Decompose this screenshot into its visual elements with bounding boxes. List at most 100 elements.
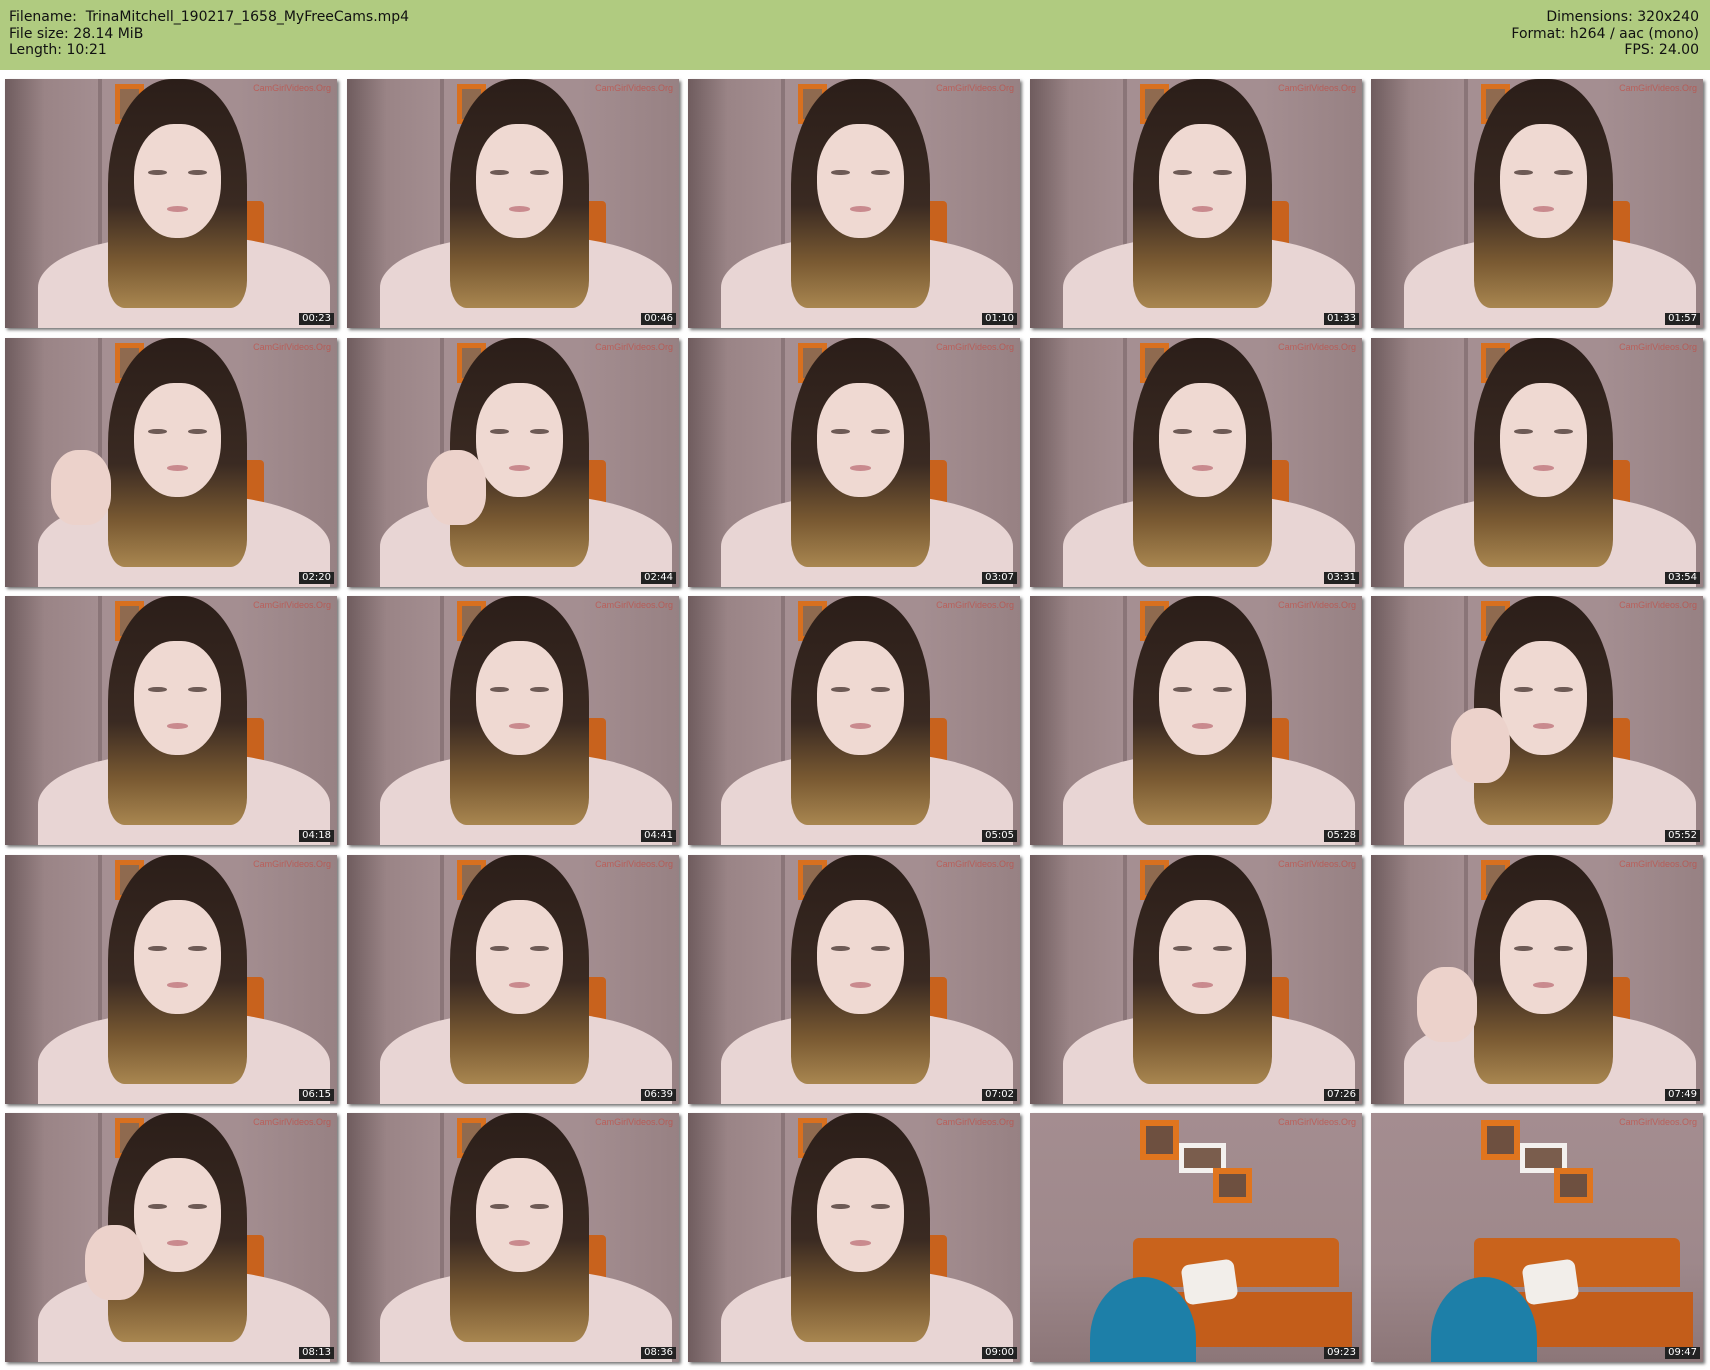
thumbnail-frame-image: [1030, 1113, 1362, 1362]
timestamp-label: 01:10: [982, 313, 1017, 325]
video-thumbnail[interactable]: CamGirlVideos.Org 09:00: [688, 1113, 1020, 1362]
video-thumbnail[interactable]: CamGirlVideos.Org 03:54: [1371, 338, 1703, 587]
format-row: Format: h264 / aac (mono): [1511, 26, 1699, 43]
watermark-text: CamGirlVideos.Org: [253, 1117, 331, 1127]
thumbnail-frame-image: [1030, 596, 1362, 845]
timestamp-label: 06:15: [299, 1089, 334, 1101]
filesize-row: File size: 28.14 MiB: [9, 26, 409, 43]
watermark-text: CamGirlVideos.Org: [253, 83, 331, 93]
watermark-text: CamGirlVideos.Org: [1619, 600, 1697, 610]
watermark-text: CamGirlVideos.Org: [1278, 342, 1356, 352]
video-thumbnail[interactable]: CamGirlVideos.Org 07:02: [688, 855, 1020, 1104]
timestamp-label: 00:46: [641, 313, 676, 325]
watermark-text: CamGirlVideos.Org: [595, 600, 673, 610]
watermark-text: CamGirlVideos.Org: [595, 859, 673, 869]
timestamp-label: 06:39: [641, 1089, 676, 1101]
thumbnail-frame-image: [1371, 596, 1703, 845]
video-thumbnail[interactable]: CamGirlVideos.Org 04:41: [347, 596, 679, 845]
video-thumbnail[interactable]: CamGirlVideos.Org 03:31: [1030, 338, 1362, 587]
timestamp-label: 09:47: [1665, 1347, 1700, 1359]
watermark-text: CamGirlVideos.Org: [253, 342, 331, 352]
timestamp-label: 05:52: [1665, 830, 1700, 842]
dimensions-label: Dimensions:: [1546, 9, 1633, 25]
timestamp-label: 09:23: [1324, 1347, 1359, 1359]
video-thumbnail[interactable]: CamGirlVideos.Org 06:39: [347, 855, 679, 1104]
filename-value: TrinaMitchell_190217_1658_MyFreeCams.mp4: [85, 9, 410, 25]
thumbnail-frame-image: [1030, 79, 1362, 328]
timestamp-label: 00:23: [299, 313, 334, 325]
thumbnail-frame-image: [347, 855, 679, 1104]
timestamp-label: 01:57: [1665, 313, 1700, 325]
video-thumbnail[interactable]: CamGirlVideos.Org 07:26: [1030, 855, 1362, 1104]
video-thumbnail[interactable]: CamGirlVideos.Org 03:07: [688, 338, 1020, 587]
timestamp-label: 02:20: [299, 572, 334, 584]
video-thumbnail[interactable]: CamGirlVideos.Org 08:13: [5, 1113, 337, 1362]
timestamp-label: 01:33: [1324, 313, 1359, 325]
timestamp-label: 02:44: [641, 572, 676, 584]
video-thumbnail[interactable]: CamGirlVideos.Org 05:28: [1030, 596, 1362, 845]
timestamp-label: 07:49: [1665, 1089, 1700, 1101]
video-thumbnail[interactable]: CamGirlVideos.Org 02:44: [347, 338, 679, 587]
dimensions-row: Dimensions: 320x240: [1511, 9, 1699, 26]
video-thumbnail[interactable]: CamGirlVideos.Org 01:57: [1371, 79, 1703, 328]
watermark-text: CamGirlVideos.Org: [1278, 1117, 1356, 1127]
watermark-text: CamGirlVideos.Org: [936, 342, 1014, 352]
video-thumbnail[interactable]: CamGirlVideos.Org 09:23: [1030, 1113, 1362, 1362]
filesize-label: File size:: [9, 25, 69, 42]
video-thumbnail[interactable]: CamGirlVideos.Org 07:49: [1371, 855, 1703, 1104]
watermark-text: CamGirlVideos.Org: [1619, 83, 1697, 93]
timestamp-label: 05:28: [1324, 830, 1359, 842]
dimensions-value: 320x240: [1637, 9, 1699, 25]
thumbnail-grid: CamGirlVideos.Org 00:23 CamGirlVideos.Org 0…: [5, 79, 1705, 1366]
thumbnail-frame-image: [5, 1113, 337, 1362]
contact-sheet-header: Filename: TrinaMitchell_190217_1658_MyFr…: [0, 0, 1710, 70]
thumbnail-frame-image: [347, 338, 679, 587]
watermark-text: CamGirlVideos.Org: [595, 83, 673, 93]
timestamp-label: 03:54: [1665, 572, 1700, 584]
thumbnail-frame-image: [5, 855, 337, 1104]
watermark-text: CamGirlVideos.Org: [1278, 600, 1356, 610]
timestamp-label: 07:26: [1324, 1089, 1359, 1101]
thumbnail-frame-image: [1371, 1113, 1703, 1362]
video-thumbnail[interactable]: CamGirlVideos.Org 01:10: [688, 79, 1020, 328]
filename-row: Filename: TrinaMitchell_190217_1658_MyFr…: [9, 9, 409, 26]
timestamp-label: 09:00: [982, 1347, 1017, 1359]
length-label: Length:: [9, 42, 63, 58]
watermark-text: CamGirlVideos.Org: [936, 859, 1014, 869]
thumbnail-frame-image: [347, 1113, 679, 1362]
format-value: h264 / aac (mono): [1569, 25, 1699, 42]
video-thumbnail[interactable]: CamGirlVideos.Org 09:47: [1371, 1113, 1703, 1362]
video-thumbnail[interactable]: CamGirlVideos.Org 01:33: [1030, 79, 1362, 328]
timestamp-label: 03:07: [982, 572, 1017, 584]
thumbnail-frame-image: [1371, 338, 1703, 587]
watermark-text: CamGirlVideos.Org: [1619, 859, 1697, 869]
thumbnail-frame-image: [1030, 855, 1362, 1104]
watermark-text: CamGirlVideos.Org: [936, 600, 1014, 610]
thumbnail-frame-image: [1371, 79, 1703, 328]
video-thumbnail[interactable]: CamGirlVideos.Org 06:15: [5, 855, 337, 1104]
watermark-text: CamGirlVideos.Org: [253, 600, 331, 610]
fps-row: FPS: 24.00: [1511, 42, 1699, 59]
video-thumbnail[interactable]: CamGirlVideos.Org 08:36: [347, 1113, 679, 1362]
video-thumbnail[interactable]: CamGirlVideos.Org 04:18: [5, 596, 337, 845]
video-thumbnail[interactable]: CamGirlVideos.Org 02:20: [5, 338, 337, 587]
thumbnail-frame-image: [688, 596, 1020, 845]
watermark-text: CamGirlVideos.Org: [1619, 1117, 1697, 1127]
video-thumbnail[interactable]: CamGirlVideos.Org 05:05: [688, 596, 1020, 845]
video-thumbnail[interactable]: CamGirlVideos.Org 00:23: [5, 79, 337, 328]
watermark-text: CamGirlVideos.Org: [253, 859, 331, 869]
thumbnail-frame-image: [688, 338, 1020, 587]
thumbnail-frame-image: [688, 855, 1020, 1104]
video-thumbnail[interactable]: CamGirlVideos.Org 05:52: [1371, 596, 1703, 845]
timestamp-label: 04:18: [299, 830, 334, 842]
header-file-info: Filename: TrinaMitchell_190217_1658_MyFr…: [9, 9, 409, 59]
watermark-text: CamGirlVideos.Org: [595, 1117, 673, 1127]
thumbnail-frame-image: [1030, 338, 1362, 587]
thumbnail-frame-image: [5, 596, 337, 845]
timestamp-label: 08:36: [641, 1347, 676, 1359]
fps-value: 24.00: [1658, 42, 1699, 58]
thumbnail-frame-image: [347, 79, 679, 328]
length-row: Length: 10:21: [9, 42, 409, 59]
watermark-text: CamGirlVideos.Org: [936, 83, 1014, 93]
video-thumbnail[interactable]: CamGirlVideos.Org 00:46: [347, 79, 679, 328]
